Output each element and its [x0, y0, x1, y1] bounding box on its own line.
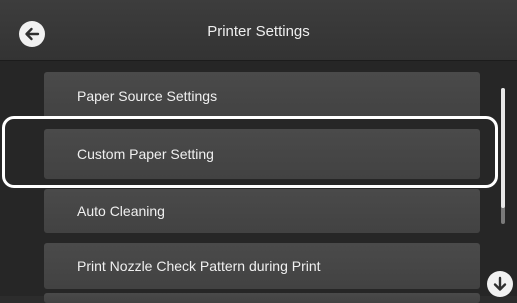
- menu-item-label: Print Nozzle Check Pattern during Print: [77, 258, 321, 274]
- scrollbar[interactable]: [501, 88, 505, 224]
- scrollbar-thumb[interactable]: [501, 88, 505, 208]
- scroll-down-button[interactable]: [487, 271, 513, 297]
- menu-item-label: Custom Paper Setting: [77, 146, 214, 162]
- menu-item-custom-paper-setting[interactable]: Custom Paper Setting: [44, 129, 480, 179]
- menu-item-auto-cleaning[interactable]: Auto Cleaning: [44, 189, 480, 233]
- header-bar: Printer Settings: [0, 0, 517, 61]
- menu-item-paper-source-settings[interactable]: Paper Source Settings: [44, 72, 480, 119]
- menu-item-label: Paper Source Settings: [77, 87, 218, 104]
- arrow-down-icon: [493, 276, 507, 291]
- page-title: Printer Settings: [207, 23, 310, 40]
- menu-item-label: Auto Cleaning: [77, 203, 165, 219]
- menu-item-partial[interactable]: [44, 293, 480, 303]
- menu-item-print-nozzle-check[interactable]: Print Nozzle Check Pattern during Print: [44, 243, 480, 289]
